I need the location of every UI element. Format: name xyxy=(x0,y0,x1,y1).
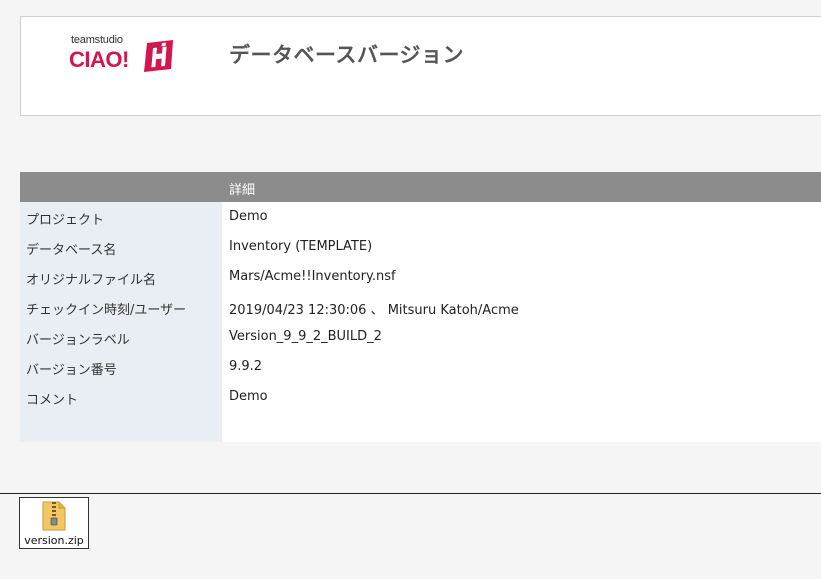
row-database-name: データベース名 Inventory (TEMPLATE) xyxy=(20,232,821,262)
row-version-number: バージョン番号 9.9.2 xyxy=(20,352,821,382)
row-original-filename: オリジナルファイル名 Mars/Acme!!Inventory.nsf xyxy=(20,262,821,292)
attachment-filename: version.zip xyxy=(24,534,84,547)
ciao-mark-icon xyxy=(144,40,173,72)
row-checkin: チェックイン時刻/ユーザー 2019/04/23 12:30:06 、 Mits… xyxy=(20,292,821,322)
row-value: Demo xyxy=(229,389,268,404)
row-label: オリジナルファイル名 xyxy=(26,273,157,288)
row-label: コメント xyxy=(26,393,79,408)
attachment-version-zip[interactable]: version.zip xyxy=(19,497,89,549)
row-label: データベース名 xyxy=(26,243,117,258)
row-value: Version_9_9_2_BUILD_2 xyxy=(229,329,382,344)
row-project: プロジェクト Demo xyxy=(20,202,821,232)
row-label: バージョンラベル xyxy=(26,333,130,348)
logo-big-text: CIAO! xyxy=(69,47,129,72)
row-label: チェックイン時刻/ユーザー xyxy=(26,303,187,318)
row-label: バージョン番号 xyxy=(26,363,117,378)
row-value: Demo xyxy=(229,209,268,224)
details-header-bar: 詳細 xyxy=(20,172,821,202)
header-panel: teamstudio CIAO! データベースバージョン xyxy=(20,16,821,116)
row-value: Mars/Acme!!Inventory.nsf xyxy=(229,269,396,284)
teamstudio-ciao-logo: teamstudio CIAO! xyxy=(69,33,179,77)
row-version-label: バージョンラベル Version_9_9_2_BUILD_2 xyxy=(20,322,821,352)
page-title: データベースバージョン xyxy=(229,43,465,67)
attachment-divider xyxy=(0,493,821,494)
row-value: 2019/04/23 12:30:06 、 Mitsuru Katoh/Acme xyxy=(229,303,519,318)
row-value: Inventory (TEMPLATE) xyxy=(229,239,373,254)
details-heading: 詳細 xyxy=(229,183,256,198)
zip-file-icon xyxy=(42,501,66,531)
row-value: 9.9.2 xyxy=(229,359,263,374)
row-label: プロジェクト xyxy=(26,213,105,228)
logo-small-text: teamstudio xyxy=(71,34,123,46)
row-comment: コメント Demo xyxy=(20,382,821,412)
details-table: 詳細 プロジェクト Demo データベース名 Inventory (TEMPLA… xyxy=(20,172,821,442)
